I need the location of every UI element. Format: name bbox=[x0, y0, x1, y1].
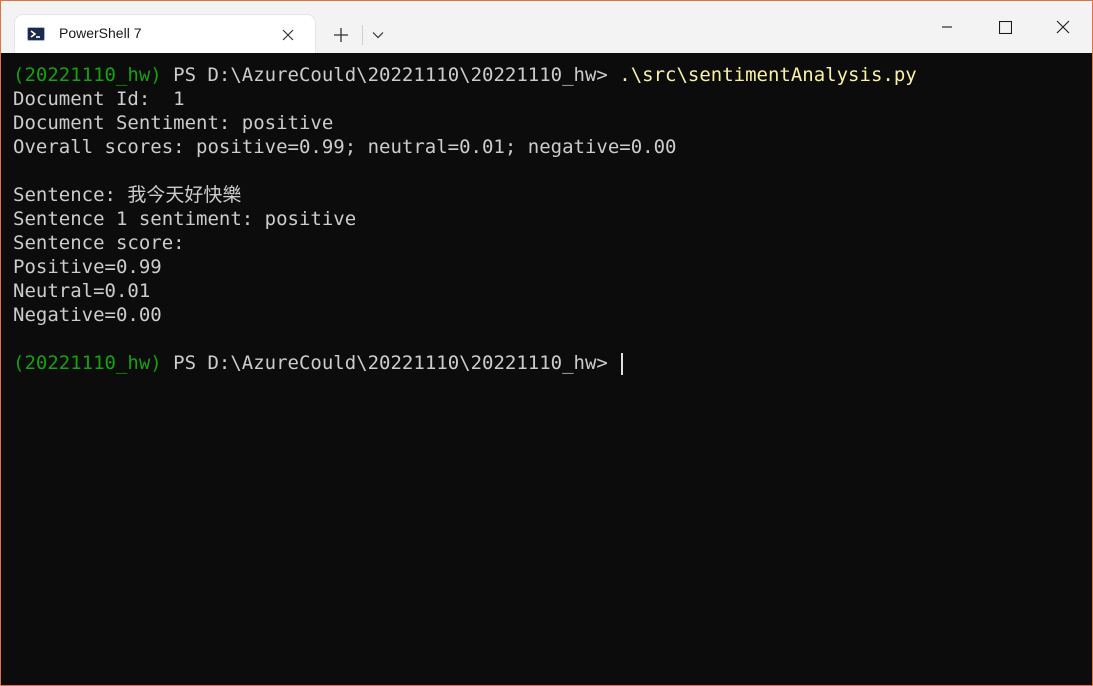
prompt-path: PS D:\AzureCould\20221110\20221110_hw> bbox=[161, 352, 620, 374]
prompt-env: (20221110_hw) bbox=[13, 352, 162, 374]
output-line: Sentence score: bbox=[13, 232, 185, 254]
output-line: Neutral=0.01 bbox=[13, 280, 151, 302]
terminal-output[interactable]: (20221110_hw) PS D:\AzureCould\20221110\… bbox=[1, 53, 1092, 685]
title-bar: PowerShell 7 bbox=[1, 1, 1092, 53]
tab-powershell[interactable]: PowerShell 7 bbox=[15, 15, 315, 53]
output-line: Document Id: 1 bbox=[13, 88, 185, 110]
minimize-icon bbox=[942, 26, 952, 28]
output-line: Negative=0.00 bbox=[13, 304, 162, 326]
output-line: Overall scores: positive=0.99; neutral=0… bbox=[13, 136, 677, 158]
prompt-env: (20221110_hw) bbox=[13, 64, 162, 86]
output-line: Sentence 1 sentiment: positive bbox=[13, 208, 357, 230]
terminal-window: PowerShell 7 (20221110_hw) PS D:\AzureCo… bbox=[0, 0, 1093, 686]
tab-dropdown-button[interactable] bbox=[365, 21, 391, 49]
powershell-icon bbox=[27, 27, 45, 41]
plus-icon bbox=[334, 28, 348, 42]
tab-divider bbox=[362, 25, 363, 45]
maximize-button[interactable] bbox=[976, 1, 1034, 53]
output-line: Sentence: 我今天好快樂 bbox=[13, 184, 242, 206]
maximize-icon bbox=[998, 20, 1012, 34]
prompt-line[interactable]: (20221110_hw) PS D:\AzureCould\20221110\… bbox=[13, 351, 1092, 375]
output-line: Document Sentiment: positive bbox=[13, 112, 334, 134]
chevron-down-icon bbox=[372, 32, 384, 39]
command-line: (20221110_hw) PS D:\AzureCould\20221110\… bbox=[13, 63, 1092, 87]
close-icon bbox=[282, 29, 294, 41]
text-cursor bbox=[621, 352, 624, 375]
output-line: Positive=0.99 bbox=[13, 256, 162, 278]
close-icon bbox=[1056, 20, 1070, 34]
close-tab-button[interactable] bbox=[277, 24, 299, 46]
new-tab-button[interactable] bbox=[325, 21, 357, 49]
prompt-path: PS D:\AzureCould\20221110\20221110_hw> bbox=[161, 64, 620, 86]
close-window-button[interactable] bbox=[1034, 1, 1092, 53]
tab-title: PowerShell 7 bbox=[59, 25, 142, 41]
minimize-button[interactable] bbox=[918, 1, 976, 53]
command-text: .\src\sentimentAnalysis.py bbox=[619, 64, 917, 86]
